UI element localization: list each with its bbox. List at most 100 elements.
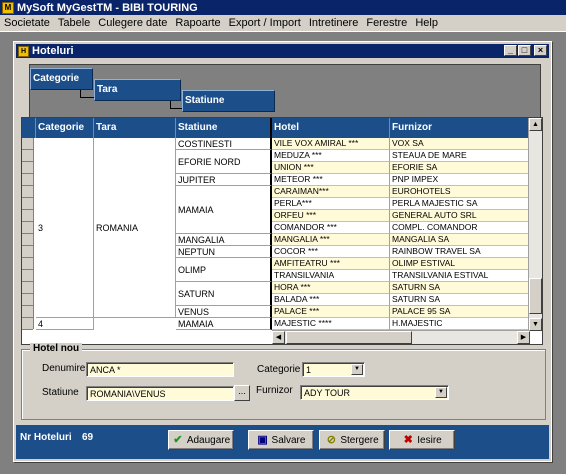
hotel-cell[interactable]: BALADA *** (272, 294, 390, 306)
maximize-button[interactable]: □ (518, 45, 531, 56)
furnizor-cell[interactable]: PERLA MAJESTIC SA (390, 198, 530, 210)
horizontal-scrollbar[interactable]: ◀ ▶ (272, 330, 530, 344)
scroll-up-arrow-icon[interactable]: ▲ (529, 118, 542, 131)
statiune-cell[interactable]: JUPITER (176, 174, 272, 186)
statiune-input[interactable]: ROMANIA\VENUS (86, 386, 234, 401)
furnizor-cell[interactable]: EUROHOTELS (390, 186, 530, 198)
row-indicator[interactable] (22, 318, 33, 330)
table-row[interactable]: ORFEU *** GENERAL AUTO SRL (272, 210, 530, 222)
table-row[interactable]: PALACE *** PALACE 95 SA (272, 306, 530, 318)
menu-export-import[interactable]: Export / Import (225, 17, 305, 29)
statiune-cell[interactable]: MAMAIA (176, 318, 272, 330)
row-indicator[interactable] (22, 210, 33, 222)
chevron-down-icon[interactable]: ▼ (351, 364, 363, 375)
categorie-cell[interactable]: 3 (36, 138, 94, 318)
table-row[interactable]: COMANDOR *** COMPL. COMANDOR (272, 222, 530, 234)
table-row[interactable]: PERLA*** PERLA MAJESTIC SA (272, 198, 530, 210)
header-furnizor[interactable]: Furnizor (390, 118, 530, 138)
iesire-button[interactable]: ✖ Iesire (389, 430, 455, 450)
row-indicator[interactable] (22, 186, 33, 198)
hotel-cell[interactable]: CARAIMAN*** (272, 186, 390, 198)
furnizor-cell[interactable]: SATURN SA (390, 294, 530, 306)
hotel-cell[interactable]: TRANSILVANIA (272, 270, 390, 282)
row-indicator[interactable] (22, 246, 33, 258)
furnizor-cell[interactable]: TRANSILVANIA ESTIVAL (390, 270, 530, 282)
hotel-cell[interactable]: HORA *** (272, 282, 390, 294)
menu-culegere-date[interactable]: Culegere date (94, 17, 171, 29)
row-indicator[interactable] (22, 234, 33, 246)
minimize-button[interactable]: _ (504, 45, 517, 56)
row-indicator[interactable] (22, 294, 33, 306)
furnizor-cell[interactable]: RAINBOW TRAVEL SA (390, 246, 530, 258)
furnizor-cell[interactable]: PALACE 95 SA (390, 306, 530, 318)
row-indicator[interactable] (22, 138, 33, 150)
scroll-down-arrow-icon[interactable]: ▼ (529, 318, 542, 331)
window-titlebar[interactable]: H Hoteluri _ □ × (16, 44, 549, 58)
table-row[interactable]: MAJESTIC **** H.MAJESTIC (272, 318, 530, 330)
furnizor-select[interactable]: ADY TOUR ▼ (300, 385, 449, 400)
table-row[interactable]: BALADA *** SATURN SA (272, 294, 530, 306)
table-row[interactable]: MANGALIA *** MANGALIA SA (272, 234, 530, 246)
table-row[interactable]: UNION *** EFORIE SA (272, 162, 530, 174)
header-hotel[interactable]: Hotel (272, 118, 390, 138)
menu-tabele[interactable]: Tabele (54, 17, 94, 29)
hotels-grid[interactable]: Categorie Tara Statiune Hotel Furnizor 3… (21, 117, 543, 345)
denumire-input[interactable]: ANCA * (86, 362, 234, 377)
tara-cell[interactable]: ROMANIA (94, 138, 176, 318)
chevron-down-icon[interactable]: ▼ (435, 387, 447, 398)
row-indicator[interactable] (22, 174, 33, 186)
hotel-cell[interactable]: MEDUZA *** (272, 150, 390, 162)
statiune-cell[interactable]: COSTINESTI (176, 138, 272, 150)
furnizor-cell[interactable]: MANGALIA SA (390, 234, 530, 246)
table-row[interactable]: CARAIMAN*** EUROHOTELS (272, 186, 530, 198)
table-row[interactable]: HORA *** SATURN SA (272, 282, 530, 294)
group-chip-categorie[interactable]: Categorie (30, 68, 93, 90)
browse-statiune-button[interactable]: ... (234, 385, 250, 401)
statiune-cell[interactable]: VENUS (176, 306, 272, 318)
menu-intretinere[interactable]: Intretinere (305, 17, 363, 29)
header-categorie[interactable]: Categorie (36, 118, 94, 138)
hotel-cell[interactable]: AMFITEATRU *** (272, 258, 390, 270)
horizontal-scroll-thumb[interactable] (286, 331, 412, 344)
adaugare-button[interactable]: ✔ Adaugare (168, 430, 234, 450)
menu-rapoarte[interactable]: Rapoarte (171, 17, 224, 29)
row-indicator[interactable] (22, 282, 33, 294)
vertical-scroll-thumb[interactable] (529, 278, 542, 314)
hotel-cell[interactable]: METEOR *** (272, 174, 390, 186)
statiune-cell[interactable]: MANGALIA (176, 234, 272, 246)
row-indicator[interactable] (22, 162, 33, 174)
row-indicator[interactable] (22, 198, 33, 210)
menu-ferestre[interactable]: Ferestre (362, 17, 411, 29)
table-row[interactable]: VILE VOX AMIRAL *** VOX SA (272, 138, 530, 150)
categorie-select[interactable]: 1 ▼ (302, 362, 365, 377)
table-row[interactable]: TRANSILVANIA TRANSILVANIA ESTIVAL (272, 270, 530, 282)
table-row[interactable]: COCOR *** RAINBOW TRAVEL SA (272, 246, 530, 258)
table-row[interactable]: MEDUZA *** STEAUA DE MARE (272, 150, 530, 162)
furnizor-cell[interactable]: VOX SA (390, 138, 530, 150)
hotel-cell[interactable]: UNION *** (272, 162, 390, 174)
hotel-cell[interactable]: VILE VOX AMIRAL *** (272, 138, 390, 150)
table-row[interactable]: METEOR *** PNP IMPEX (272, 174, 530, 186)
menu-help[interactable]: Help (411, 17, 442, 29)
statiune-cell[interactable]: EFORIE NORD (176, 150, 272, 174)
hotel-cell[interactable]: COCOR *** (272, 246, 390, 258)
furnizor-cell[interactable]: STEAUA DE MARE (390, 150, 530, 162)
statiune-cell[interactable]: OLIMP (176, 258, 272, 282)
categorie-cell[interactable]: 4 (36, 318, 94, 330)
menu-societate[interactable]: Societate (0, 17, 54, 29)
row-indicator[interactable] (22, 258, 33, 270)
hotel-cell[interactable]: MAJESTIC **** (272, 318, 390, 330)
furnizor-cell[interactable]: OLIMP ESTIVAL (390, 258, 530, 270)
furnizor-cell[interactable]: H.MAJESTIC (390, 318, 530, 330)
header-tara[interactable]: Tara (94, 118, 176, 138)
statiune-cell[interactable]: NEPTUN (176, 246, 272, 258)
scroll-left-arrow-icon[interactable]: ◀ (272, 331, 285, 344)
hotel-cell[interactable]: MANGALIA *** (272, 234, 390, 246)
hotel-cell[interactable]: PERLA*** (272, 198, 390, 210)
furnizor-cell[interactable]: GENERAL AUTO SRL (390, 210, 530, 222)
vertical-scrollbar[interactable]: ▲ ▼ (528, 118, 542, 331)
row-indicator[interactable] (22, 270, 33, 282)
statiune-cell[interactable]: MAMAIA (176, 186, 272, 234)
hotel-cell[interactable]: COMANDOR *** (272, 222, 390, 234)
salvare-button[interactable]: ▣ Salvare (248, 430, 314, 450)
